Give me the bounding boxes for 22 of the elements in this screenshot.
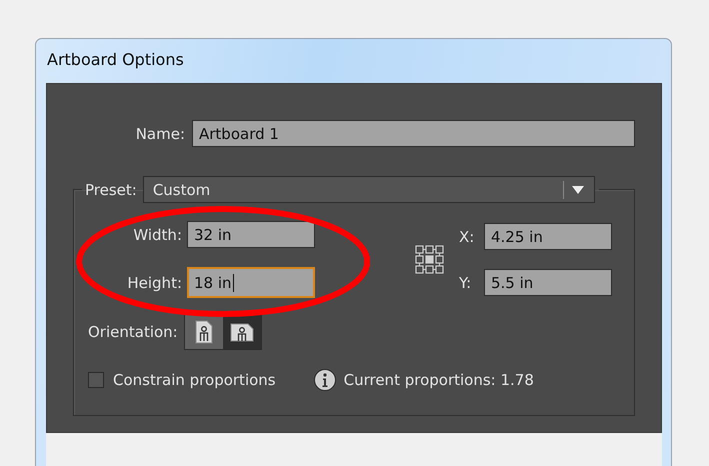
y-label: Y:	[459, 274, 472, 292]
preset-label: Preset:	[85, 180, 137, 198]
x-field[interactable]: 4.25 in	[484, 223, 612, 250]
height-field[interactable]: 18 in	[187, 267, 315, 298]
name-label: Name:	[134, 124, 185, 142]
width-field[interactable]: 32 in	[187, 221, 315, 248]
orientation-label: Orientation:	[88, 323, 178, 341]
constrain-checkbox[interactable]	[88, 372, 104, 388]
info-icon	[314, 369, 336, 391]
dropdown-arrow-icon	[572, 186, 584, 194]
landscape-button[interactable]	[222, 315, 261, 349]
y-field[interactable]: 5.5 in	[484, 269, 612, 296]
constrain-label[interactable]: Constrain proportions	[113, 371, 276, 389]
width-label: Width:	[132, 226, 182, 244]
proportions-text: Current proportions: 1.78	[344, 371, 534, 389]
name-field[interactable]: Artboard 1	[192, 120, 635, 147]
reference-point-icon[interactable]	[415, 244, 445, 274]
height-label: Height:	[126, 274, 182, 292]
preset-dropdown[interactable]: Custom	[142, 176, 595, 203]
window-title: Artboard Options	[47, 50, 184, 69]
portrait-button[interactable]	[184, 315, 223, 349]
x-label: X:	[459, 228, 476, 246]
